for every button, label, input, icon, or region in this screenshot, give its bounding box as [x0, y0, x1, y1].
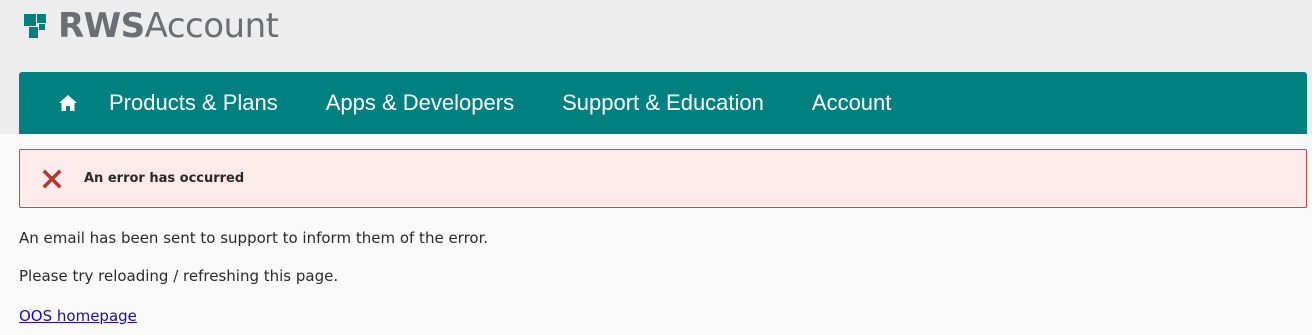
logo-text-bold: RWS [58, 6, 145, 46]
nav-item-account[interactable]: Account [812, 90, 892, 116]
nav-item-support-education[interactable]: Support & Education [562, 90, 764, 116]
logo-text-light: Account [144, 6, 279, 46]
home-icon [59, 95, 77, 111]
logo-text: RWSAccount [58, 6, 279, 46]
rws-logo-mark-icon [24, 14, 46, 38]
main-nav: Products & Plans Apps & Developers Suppo… [19, 72, 1307, 134]
nav-item-products-plans[interactable]: Products & Plans [109, 90, 278, 116]
oos-homepage-link[interactable]: OOS homepage [19, 307, 137, 325]
page-header: RWSAccount Products & Plans Apps & Devel… [0, 0, 1312, 134]
rws-account-logo[interactable]: RWSAccount [24, 6, 279, 46]
error-alert-text: An error has occurred [84, 171, 245, 186]
error-x-icon [42, 169, 62, 188]
nav-home-button[interactable] [53, 88, 83, 118]
error-alert: An error has occurred [19, 149, 1307, 208]
error-message-try-reloading: Please try reloading / refreshing this p… [19, 267, 339, 285]
error-message-email-sent: An email has been sent to support to inf… [19, 229, 489, 247]
nav-item-apps-developers[interactable]: Apps & Developers [326, 90, 514, 116]
